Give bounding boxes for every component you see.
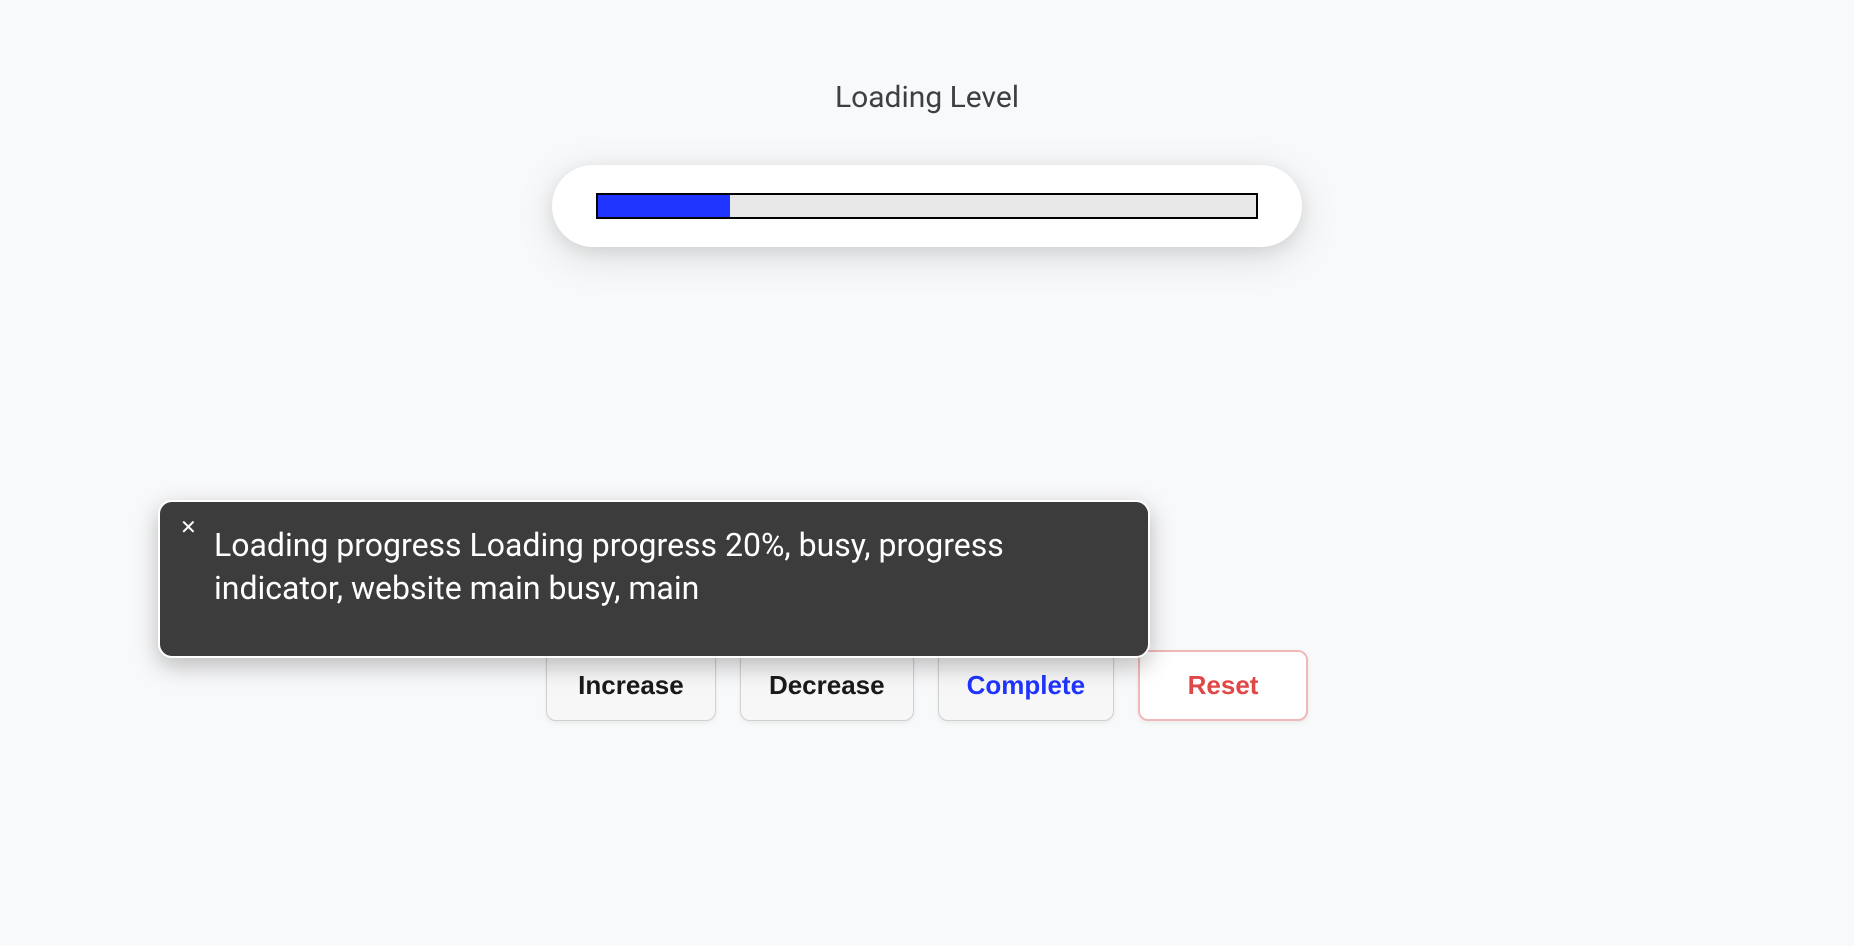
page-title: Loading Level (835, 80, 1019, 115)
accessibility-tooltip: ✕ Loading progress Loading progress 20%,… (158, 500, 1150, 658)
button-row: Increase Decrease Complete Reset (0, 650, 1854, 721)
decrease-button[interactable]: Decrease (740, 650, 914, 721)
main-container: Loading Level (0, 0, 1854, 247)
tooltip-text: Loading progress Loading progress 20%, b… (214, 524, 1120, 610)
progress-fill (598, 195, 730, 217)
close-icon[interactable]: ✕ (180, 518, 197, 538)
progress-bar (596, 193, 1258, 219)
reset-button[interactable]: Reset (1138, 650, 1308, 721)
increase-button[interactable]: Increase (546, 650, 716, 721)
progress-card (552, 165, 1302, 247)
complete-button[interactable]: Complete (938, 650, 1114, 721)
